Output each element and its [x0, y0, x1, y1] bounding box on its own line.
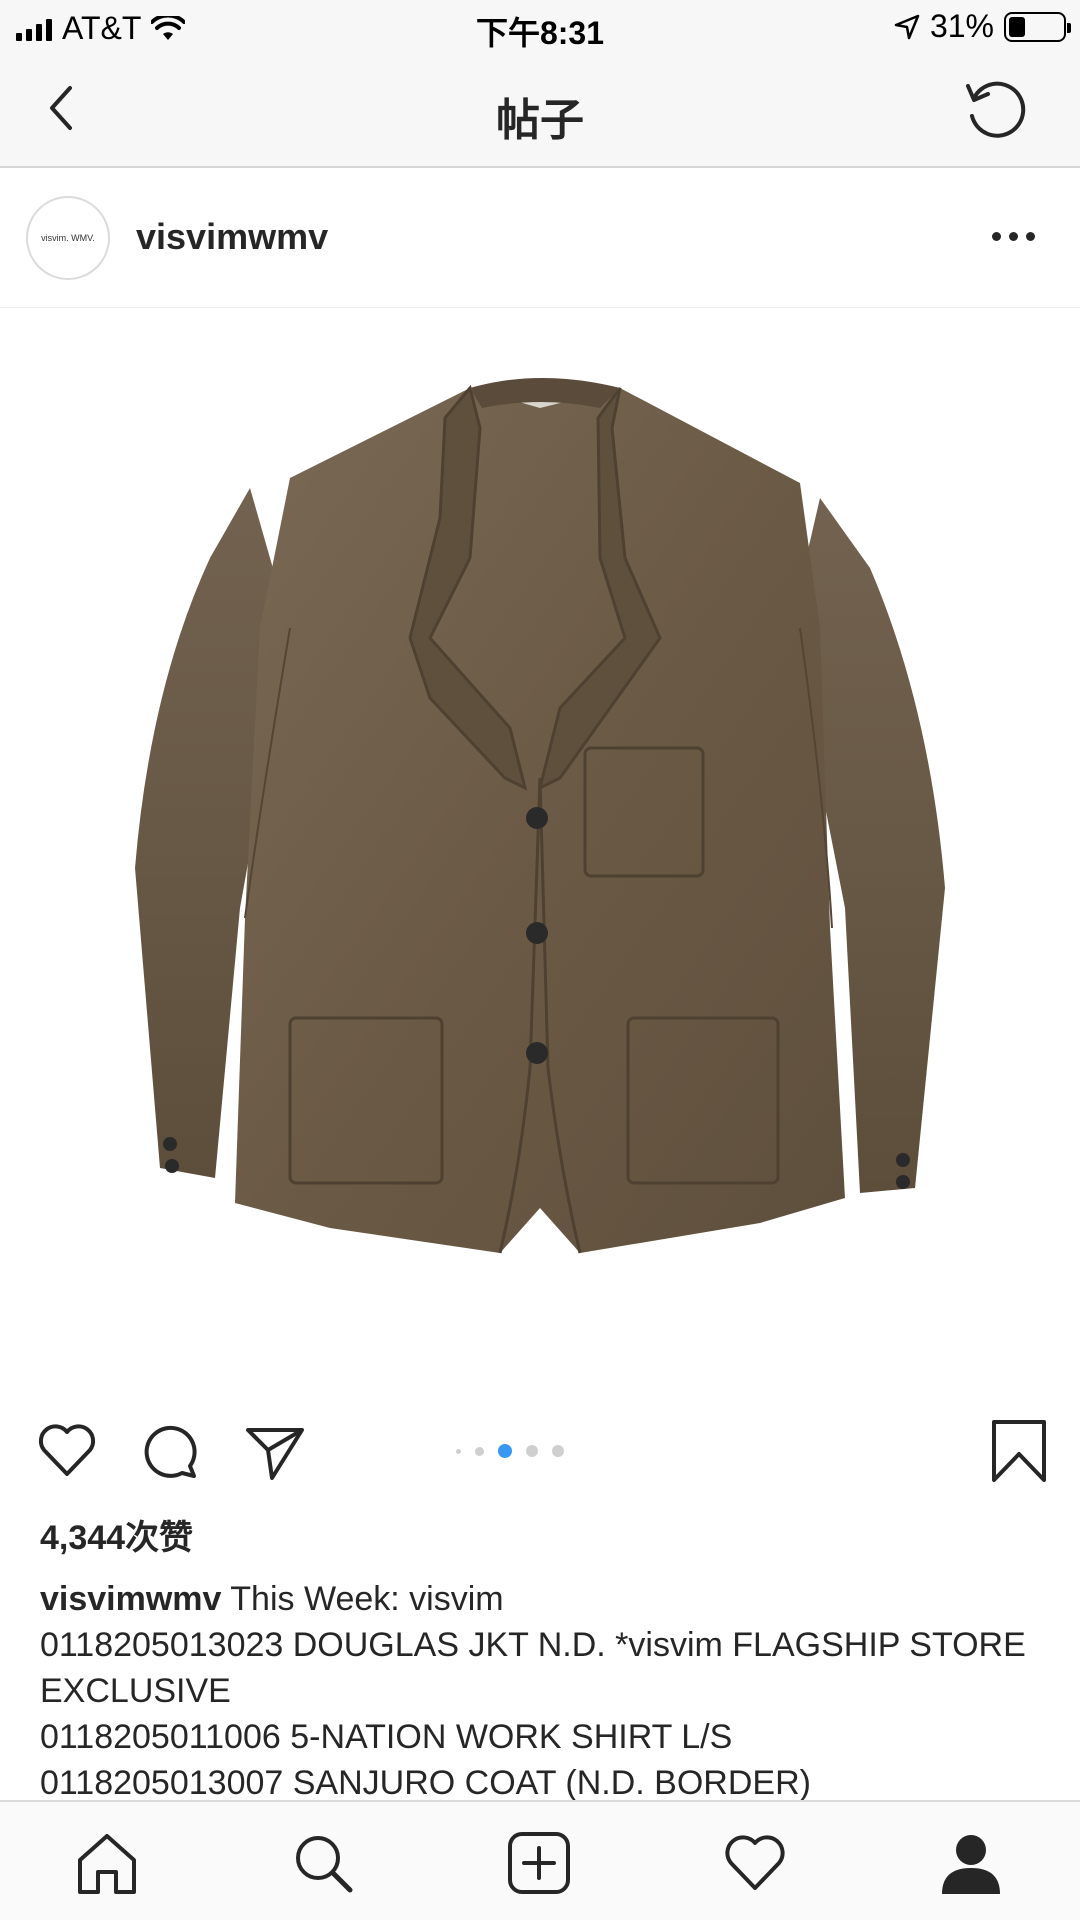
- refresh-icon[interactable]: [960, 74, 1030, 144]
- caption-username[interactable]: visvimwmv: [40, 1580, 221, 1618]
- tab-bar: [0, 1800, 1080, 1920]
- add-post-icon[interactable]: [506, 1830, 572, 1896]
- post-header: visvim. WMV. visvimwmv: [0, 168, 1080, 308]
- post-caption: visvimwmv This Week: visvim 011820501302…: [40, 1576, 1040, 1806]
- home-icon[interactable]: [74, 1830, 140, 1896]
- status-bar: AT&T 下午8:31 31%: [0, 0, 1080, 54]
- bookmark-icon[interactable]: [986, 1418, 1052, 1484]
- avatar-text: visvim. WMV.: [41, 233, 95, 243]
- post-actions: [0, 1400, 1080, 1500]
- caption-line: 0118205011006 5-NATION WORK SHIRT L/S: [40, 1718, 733, 1756]
- carousel-dot: [456, 1448, 461, 1454]
- status-right: 31%: [894, 8, 1071, 45]
- location-arrow-icon: [894, 14, 920, 39]
- carousel-dot: [475, 1446, 484, 1456]
- nav-bar: 帖子: [0, 54, 1080, 168]
- carousel-dot: [526, 1445, 538, 1457]
- caption-first-line: visvimwmv This Week: visvim: [40, 1576, 1040, 1622]
- profile-icon[interactable]: [938, 1830, 1004, 1896]
- carousel-indicator: [0, 1444, 1080, 1458]
- jacket-photo: [135, 378, 945, 1254]
- battery-level: [1009, 16, 1025, 37]
- search-icon[interactable]: [290, 1830, 356, 1896]
- likes-count[interactable]: 4,344次赞: [40, 1510, 193, 1559]
- more-options-icon[interactable]: [992, 224, 1042, 248]
- caption-line: 0118205013023 DOUGLAS JKT N.D. *visvim F…: [40, 1626, 1026, 1710]
- caption-text: This Week: visvim: [221, 1580, 504, 1618]
- battery-percent: 31%: [929, 8, 994, 44]
- post-username[interactable]: visvimwmv: [136, 216, 328, 258]
- post-image[interactable]: [0, 308, 1080, 1388]
- page-title: 帖子: [496, 96, 584, 145]
- avatar[interactable]: visvim. WMV.: [26, 196, 110, 280]
- activity-heart-icon[interactable]: [722, 1830, 788, 1896]
- carousel-dot: [552, 1445, 564, 1457]
- battery-icon: [1004, 11, 1071, 42]
- carousel-dot-active: [498, 1444, 512, 1458]
